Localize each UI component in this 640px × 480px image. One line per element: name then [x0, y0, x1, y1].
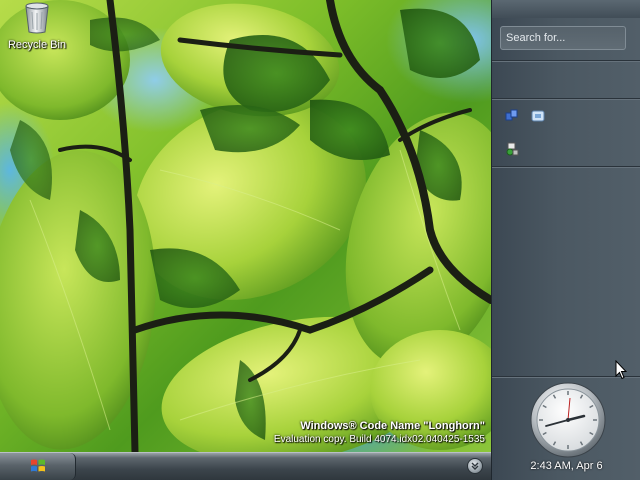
chevron-down-icon — [471, 462, 479, 470]
clock-tile[interactable] — [530, 382, 606, 458]
device-icon[interactable] — [531, 108, 545, 122]
analog-clock-icon — [530, 382, 606, 458]
sidebar: 2:43 AM, Apr 6 — [491, 0, 640, 480]
mouse-cursor-icon — [615, 360, 627, 380]
desktop[interactable]: Recycle Bin Windows® Code Name "Longhorn… — [0, 0, 491, 452]
clock-time-label[interactable]: 2:43 AM, Apr 6 — [492, 460, 640, 472]
sidebar-divider — [492, 98, 640, 100]
taskbar — [0, 452, 491, 480]
sidebar-header — [492, 0, 640, 18]
evaluation-watermark: Windows® Code Name "Longhorn" Evaluation… — [274, 419, 485, 446]
windows-logo-icon — [31, 459, 45, 472]
watermark-title: Windows® Code Name "Longhorn" — [300, 420, 485, 432]
recycle-bin-shortcut[interactable]: Recycle Bin — [4, 2, 70, 51]
sidebar-divider — [492, 166, 640, 168]
network-icon[interactable] — [505, 108, 519, 122]
watermark-build: Evaluation copy. Build 4074.idx02.040425… — [273, 434, 485, 445]
start-button[interactable] — [0, 453, 76, 480]
search-input[interactable] — [500, 26, 626, 50]
chevron-down-button[interactable] — [467, 458, 483, 474]
user-icon[interactable] — [505, 141, 519, 156]
wallpaper-leaves — [0, 0, 491, 452]
sidebar-divider — [492, 60, 640, 62]
recycle-bin-label: Recycle Bin — [7, 39, 67, 51]
recycle-bin-icon — [25, 2, 49, 34]
